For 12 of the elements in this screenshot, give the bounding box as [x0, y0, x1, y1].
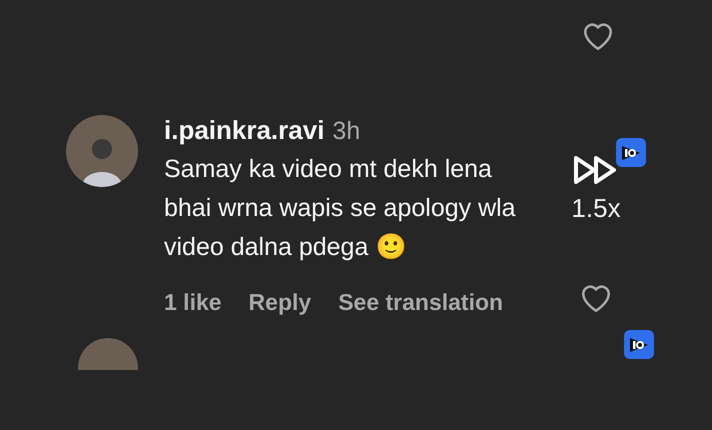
playback-speed-button[interactable]: 1.5x [571, 155, 621, 224]
reply-button[interactable]: Reply [248, 289, 312, 316]
likes-count[interactable]: 1 like [164, 289, 222, 316]
fast-forward-icon [573, 155, 619, 185]
username[interactable]: i.painkra.ravi [164, 115, 324, 146]
app-badge[interactable] [616, 138, 646, 167]
logo-icon [620, 144, 642, 162]
app-badge[interactable] [624, 330, 654, 359]
see-translation-button[interactable]: See translation [338, 289, 504, 316]
comment-text: Samay ka video mt dekh lena bhai wrna wapis se apology wla video dalna pdega 🙂 [164, 154, 517, 263]
comment-time: 3h [332, 117, 360, 146]
logo-icon [628, 336, 650, 354]
